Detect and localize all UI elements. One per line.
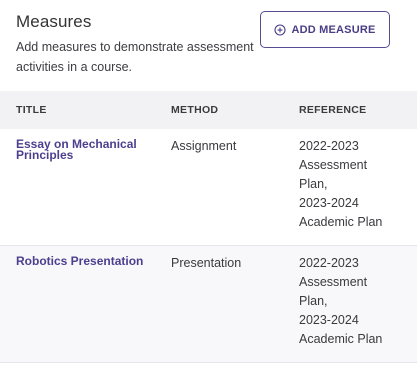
page-title: Measures xyxy=(16,12,92,31)
reference-line: Assessment xyxy=(299,275,368,289)
reference-line: Academic Plan xyxy=(299,332,383,346)
reference-line: 2023-2024 xyxy=(299,313,359,327)
add-measure-button[interactable]: ADD MEASURE xyxy=(260,11,390,48)
plus-circle-icon xyxy=(274,23,287,36)
table-row: Robotics Presentation Presentation 2022-… xyxy=(0,246,417,363)
reference-line: Plan, xyxy=(299,177,328,191)
reference-line: 2022-2023 xyxy=(299,139,359,153)
reference-line: Academic Plan xyxy=(299,215,383,229)
reference-line: 2022-2023 xyxy=(299,256,359,270)
measure-reference: 2022-2023 Assessment Plan, 2023-2024 Aca… xyxy=(299,137,409,232)
measure-title-link[interactable]: Essay on Mechanical Principles xyxy=(16,138,156,161)
table-row: Essay on Mechanical Principles Assignmen… xyxy=(0,129,417,246)
table-header-row: TITLE METHOD REFERENCE xyxy=(0,91,417,129)
add-measure-label: ADD MEASURE xyxy=(291,23,376,36)
reference-line: Plan, xyxy=(299,294,328,308)
reference-line: Assessment xyxy=(299,158,368,172)
measure-title-link[interactable]: Robotics Presentation xyxy=(16,255,156,267)
measures-panel: Measures Add measures to demonstrate ass… xyxy=(0,0,417,377)
column-header-method[interactable]: METHOD xyxy=(171,104,291,116)
column-header-title[interactable]: TITLE xyxy=(16,104,166,116)
measure-method: Presentation xyxy=(171,256,242,270)
reference-line: 2023-2024 xyxy=(299,196,359,210)
measure-method: Assignment xyxy=(171,139,237,153)
column-header-reference[interactable]: REFERENCE xyxy=(299,104,409,116)
measures-table: TITLE METHOD REFERENCE Essay on Mechanic… xyxy=(0,91,417,363)
measure-reference: 2022-2023 Assessment Plan, 2023-2024 Aca… xyxy=(299,254,409,349)
page-subtitle: Add measures to demonstrate assessment a… xyxy=(16,40,254,74)
measures-header: Measures Add measures to demonstrate ass… xyxy=(16,10,256,77)
